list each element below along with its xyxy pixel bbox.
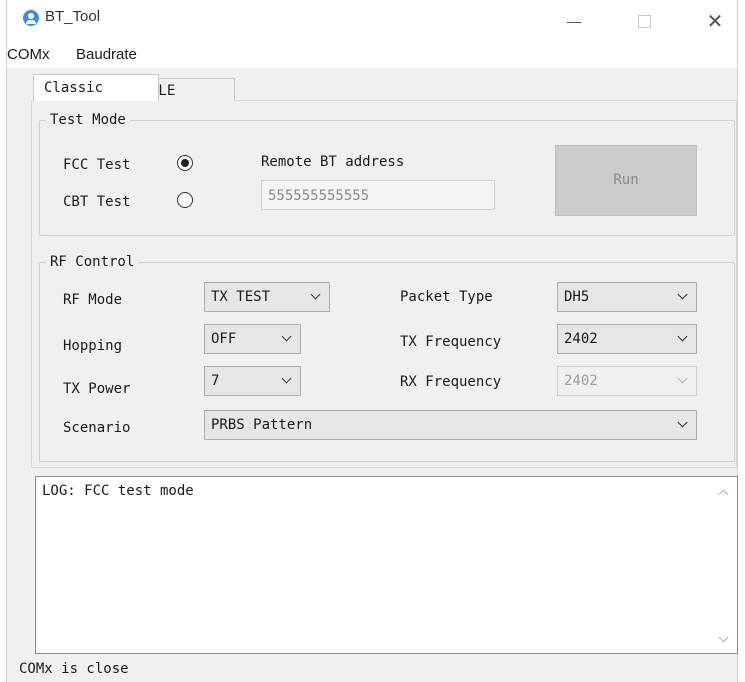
rf-mode-label: RF Mode [63,292,123,308]
menu-bar: COMx Baudrate [7,44,737,68]
scenario-value: PRBS Pattern [211,417,313,433]
chevron-down-icon [310,289,321,300]
fcc-test-radio[interactable] [177,155,193,171]
rf-control-legend: RF Control [50,254,135,270]
hopping-select[interactable]: OFF [204,324,301,354]
tx-power-value: 7 [211,373,220,389]
scroll-up-icon[interactable] [718,489,729,500]
packet-type-label: Packet Type [400,289,493,305]
app-icon [23,10,39,26]
remote-bt-address-input[interactable]: 555555555555 [261,180,495,210]
window-title: BT_Tool [45,8,101,25]
packet-type-select[interactable]: DH5 [557,282,697,312]
hopping-label: Hopping [63,338,123,354]
scroll-down-icon[interactable] [718,632,729,643]
log-text: LOG: FCC test mode [42,483,194,499]
close-icon[interactable]: ✕ [695,6,735,36]
rx-frequency-select: 2402 [557,366,697,396]
tx-power-select[interactable]: 7 [204,366,301,396]
tab-classic[interactable]: Classic [33,74,159,101]
scenario-label: Scenario [63,420,131,436]
rf-mode-value: TX TEST [211,289,271,305]
tx-frequency-select[interactable]: 2402 [557,324,697,354]
tx-power-label: TX Power [63,381,131,397]
title-bar[interactable]: BT_Tool ✕ [7,0,737,44]
scenario-select[interactable]: PRBS Pattern [204,410,697,440]
tx-frequency-value: 2402 [564,331,598,347]
test-mode-legend: Test Mode [50,112,126,128]
status-text: COMx is close [19,661,129,677]
chevron-down-icon [281,331,292,342]
cbt-test-radio[interactable] [177,192,193,208]
remote-bt-address-label: Remote BT address [261,154,405,170]
tx-frequency-label: TX Frequency [400,334,502,350]
packet-type-value: DH5 [564,289,590,305]
cbt-test-label[interactable]: CBT Test [63,194,130,210]
chevron-down-icon [677,289,688,300]
run-button[interactable]: Run [555,145,697,216]
menu-comx[interactable]: COMx [7,46,50,63]
minimize-icon[interactable] [555,6,595,36]
fcc-test-label[interactable]: FCC Test [63,157,130,173]
chevron-down-icon [281,373,292,384]
rx-frequency-value: 2402 [564,373,598,389]
rf-mode-select[interactable]: TX TEST [204,282,330,312]
chevron-down-icon [677,417,688,428]
menu-baudrate[interactable]: Baudrate [76,46,137,63]
maximize-icon[interactable] [625,6,665,36]
chevron-down-icon [677,373,688,384]
app-window: BT_Tool ✕ COMx Baudrate BLE Classic Test… [6,0,738,682]
rx-frequency-label: RX Frequency [400,374,502,390]
hopping-value: OFF [211,331,237,347]
log-textarea[interactable]: LOG: FCC test mode [35,476,738,654]
chevron-down-icon [677,331,688,342]
